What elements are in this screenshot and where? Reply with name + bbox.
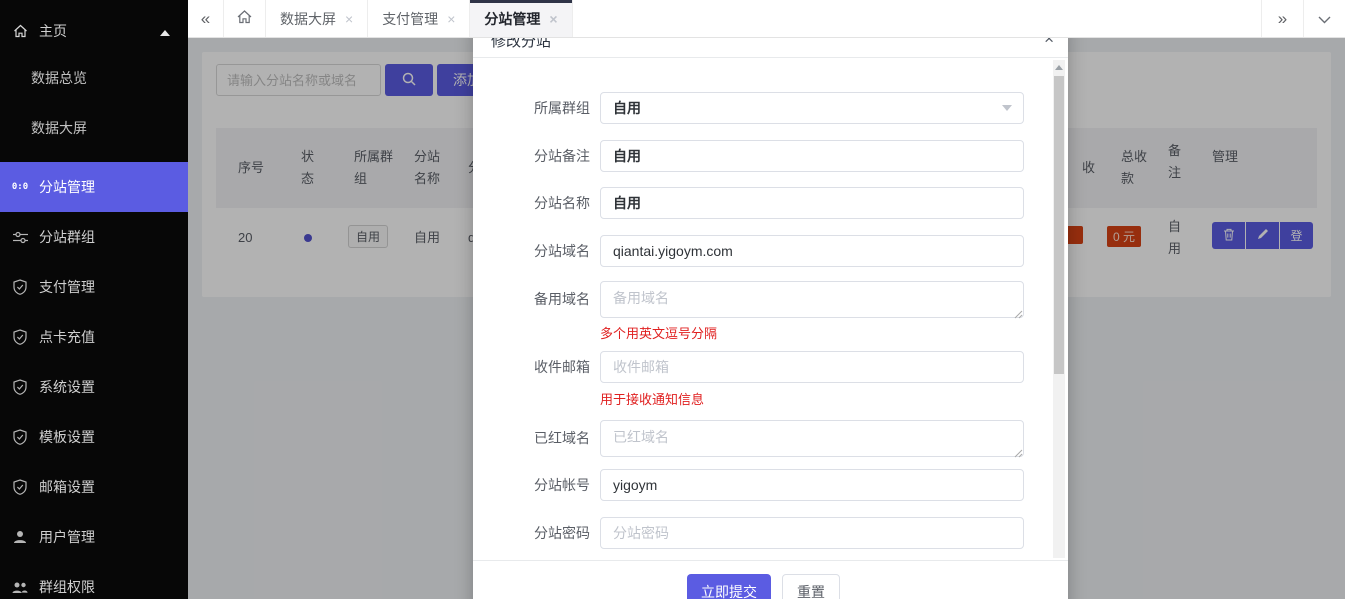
sidebar-item-label: 用户管理 <box>39 527 95 547</box>
field-label: 收件邮箱 <box>473 351 590 383</box>
home-icon <box>11 24 29 38</box>
field-flagged-domain: 已红域名 <box>473 420 1068 457</box>
sidebar-item-label: 支付管理 <box>39 277 95 297</box>
sidebar-item-user-manage[interactable]: 用户管理 <box>0 512 188 562</box>
sidebar-item-card-recharge[interactable]: 点卡充值 <box>0 312 188 362</box>
email-input[interactable] <box>600 351 1024 383</box>
sidebar-item-group-permissions[interactable]: 群组权限 <box>0 562 188 599</box>
select-caret-icon <box>1002 105 1012 111</box>
substation-icon: 0:0 <box>11 182 29 192</box>
tab-payment-manage[interactable]: 支付管理 × <box>368 0 470 37</box>
sliders-icon <box>11 231 29 244</box>
field-remark: 分站备注 <box>473 140 1068 172</box>
sidebar-item-substation-groups[interactable]: 分站群组 <box>0 212 188 262</box>
expand-tabs-button[interactable]: » <box>1261 0 1303 37</box>
sidebar-item-label: 数据大屏 <box>31 118 87 138</box>
field-label: 所属群组 <box>473 92 590 124</box>
user-icon <box>11 530 29 544</box>
field-label: 已红域名 <box>473 420 590 457</box>
sidebar: 主页 数据总览 数据大屏 0:0 分站管理 分站群组 支付管理 <box>0 0 188 599</box>
backup-domain-textarea[interactable] <box>600 281 1024 318</box>
app-window: 主页 数据总览 数据大屏 0:0 分站管理 分站群组 支付管理 <box>0 0 1345 599</box>
double-chevron-left-icon: « <box>201 9 210 29</box>
sidebar-item-template-settings[interactable]: 模板设置 <box>0 412 188 462</box>
sidebar-item-label: 群组权限 <box>39 577 95 597</box>
field-label: 分站帐号 <box>473 469 590 501</box>
sidebar-item-system-settings[interactable]: 系统设置 <box>0 362 188 412</box>
reset-button[interactable]: 重置 <box>782 574 840 599</box>
password-input[interactable] <box>600 517 1024 549</box>
tabbar-spacer <box>573 0 1261 37</box>
group-select[interactable] <box>600 92 1024 124</box>
sidebar-item-home[interactable]: 主页 <box>0 6 188 56</box>
field-label: 备用域名 <box>473 281 590 318</box>
modal-footer: 立即提交 重置 <box>473 560 1068 599</box>
field-label: 分站域名 <box>473 235 590 267</box>
double-chevron-right-icon: » <box>1278 9 1287 29</box>
scroll-up-arrow-icon[interactable] <box>1055 65 1063 70</box>
sidebar-item-label: 分站管理 <box>39 177 95 197</box>
submit-button[interactable]: 立即提交 <box>687 574 771 599</box>
sidebar-item-data-screen[interactable]: 数据大屏 <box>0 103 188 153</box>
field-hint: 多个用英文逗号分隔 <box>600 323 717 342</box>
shield-check-icon <box>11 379 29 395</box>
modal-title: 修改分站 <box>491 38 551 51</box>
sidebar-item-label: 分站群组 <box>39 227 95 247</box>
field-label: 分站密码 <box>473 517 590 549</box>
tab-menu-button[interactable] <box>1303 0 1345 37</box>
sidebar-item-email-settings[interactable]: 邮箱设置 <box>0 462 188 512</box>
home-icon <box>236 9 253 29</box>
edit-substation-modal: 修改分站 × 所属群组 分站备注 分站名称 分站域名 <box>473 38 1068 599</box>
field-name: 分站名称 <box>473 187 1068 219</box>
modal-scrollbar[interactable] <box>1053 60 1065 558</box>
collapse-tabs-button[interactable]: « <box>188 0 224 37</box>
field-hint: 用于接收通知信息 <box>600 389 704 408</box>
sidebar-item-label: 数据总览 <box>31 68 87 88</box>
close-icon[interactable]: × <box>447 11 455 27</box>
home-tab-button[interactable] <box>224 0 266 37</box>
field-label: 分站名称 <box>473 187 590 219</box>
modal-titlebar: 修改分站 × <box>473 38 1068 58</box>
field-backup-domain: 备用域名 <box>473 281 1068 318</box>
sidebar-item-label: 系统设置 <box>39 377 95 397</box>
shield-check-icon <box>11 329 29 345</box>
sidebar-item-label: 点卡充值 <box>39 327 95 347</box>
tab-label: 数据大屏 <box>280 9 336 29</box>
tab-substation-manage[interactable]: 分站管理 × <box>470 0 572 37</box>
shield-check-icon <box>11 429 29 445</box>
sidebar-item-payment-manage[interactable]: 支付管理 <box>0 262 188 312</box>
shield-check-icon <box>11 479 29 495</box>
field-group: 所属群组 <box>473 92 1068 124</box>
field-account: 分站帐号 <box>473 469 1068 501</box>
account-input[interactable] <box>600 469 1024 501</box>
flagged-domain-textarea[interactable] <box>600 420 1024 457</box>
sidebar-item-label: 邮箱设置 <box>39 477 95 497</box>
users-icon <box>11 581 29 594</box>
content-area: 添加 序号 状态 所属群组 分站名称 分 收 总收款 备注 管理 20 自用 自… <box>188 38 1345 599</box>
close-icon[interactable]: × <box>549 11 557 27</box>
close-icon[interactable]: × <box>345 11 353 27</box>
domain-input[interactable] <box>600 235 1024 267</box>
chevron-down-icon <box>1318 9 1331 29</box>
sidebar-item-label: 模板设置 <box>39 427 95 447</box>
field-label: 分站备注 <box>473 140 590 172</box>
field-domain: 分站域名 <box>473 235 1068 267</box>
tab-label: 分站管理 <box>484 9 540 29</box>
sidebar-item-substation-manage[interactable]: 0:0 分站管理 <box>0 162 188 212</box>
tab-bar: « 数据大屏 × 支付管理 × 分站管理 × » <box>188 0 1345 38</box>
scrollbar-thumb[interactable] <box>1054 76 1064 374</box>
tab-label: 支付管理 <box>382 9 438 29</box>
sidebar-item-label: 主页 <box>39 21 67 41</box>
caret-up-icon <box>160 30 170 36</box>
field-email: 收件邮箱 <box>473 351 1068 383</box>
tab-data-screen[interactable]: 数据大屏 × <box>266 0 368 37</box>
sidebar-item-data-overview[interactable]: 数据总览 <box>0 53 188 103</box>
field-password: 分站密码 <box>473 517 1068 549</box>
shield-check-icon <box>11 279 29 295</box>
close-icon[interactable]: × <box>1044 38 1054 47</box>
remark-input[interactable] <box>600 140 1024 172</box>
name-input[interactable] <box>600 187 1024 219</box>
